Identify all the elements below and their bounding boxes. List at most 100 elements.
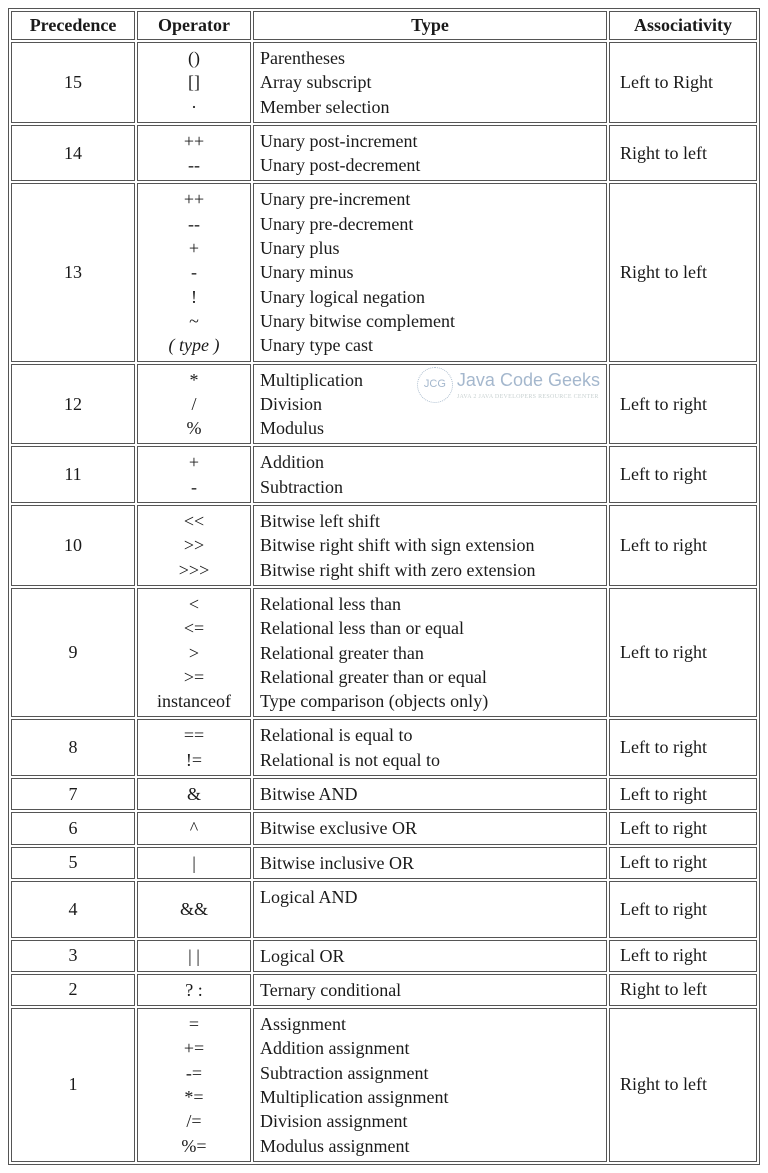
operator-text: () [144, 46, 244, 70]
table-row: 15()[]·ParenthesesArray subscriptMember … [11, 42, 757, 123]
operator-text: ? : [144, 978, 244, 1002]
operator-text: & [144, 782, 244, 806]
cell-precedence: 8 [11, 719, 135, 776]
type-text: Type comparison (objects only) [260, 689, 600, 713]
cell-associativity: Left to right [609, 505, 757, 586]
cell-operator: ==!= [137, 719, 251, 776]
table-row: 12*/%MultiplicationDivisionModulusJCGJav… [11, 364, 757, 445]
operator-text: · [144, 95, 244, 119]
table-row: 7&Bitwise ANDLeft to right [11, 778, 757, 810]
operator-text: += [144, 1036, 244, 1060]
cell-type: MultiplicationDivisionModulusJCGJava Cod… [253, 364, 607, 445]
cell-precedence: 1 [11, 1008, 135, 1162]
operator-text: > [144, 641, 244, 665]
operator-text: >= [144, 665, 244, 689]
type-text: Bitwise right shift with sign extension [260, 533, 600, 557]
cell-associativity: Right to left [609, 125, 757, 182]
operator-text: == [144, 723, 244, 747]
cell-operator: <<=>>=instanceof [137, 588, 251, 717]
cell-type: Bitwise inclusive OR [253, 847, 607, 879]
table-row: 8==!=Relational is equal toRelational is… [11, 719, 757, 776]
cell-operator: ()[]· [137, 42, 251, 123]
operator-text: ~ [144, 309, 244, 333]
type-text: Bitwise inclusive OR [260, 851, 600, 875]
operator-text: - [144, 260, 244, 284]
cell-associativity: Left to right [609, 940, 757, 972]
operator-text: %= [144, 1134, 244, 1158]
cell-precedence: 13 [11, 183, 135, 361]
cell-type: ParenthesesArray subscriptMember selecti… [253, 42, 607, 123]
cell-type: Relational less thanRelational less than… [253, 588, 607, 717]
type-text: Array subscript [260, 70, 600, 94]
operator-text: [] [144, 70, 244, 94]
cell-precedence: 2 [11, 974, 135, 1006]
type-text: Relational greater than or equal [260, 665, 600, 689]
type-text: Bitwise right shift with zero extension [260, 558, 600, 582]
type-text: Unary post-decrement [260, 153, 600, 177]
cell-type: Unary post-incrementUnary post-decrement [253, 125, 607, 182]
operator-text: << [144, 509, 244, 533]
type-text: Unary bitwise complement [260, 309, 600, 333]
type-text: Subtraction assignment [260, 1061, 600, 1085]
type-text: Relational less than [260, 592, 600, 616]
header-precedence: Precedence [11, 11, 135, 40]
operator-text: *= [144, 1085, 244, 1109]
type-text: Bitwise left shift [260, 509, 600, 533]
type-text: Division [260, 392, 600, 416]
header-operator: Operator [137, 11, 251, 40]
cell-precedence: 4 [11, 881, 135, 938]
operator-text: >> [144, 533, 244, 557]
type-text: Parentheses [260, 46, 600, 70]
cell-operator: ++--+-!~( type ) [137, 183, 251, 361]
cell-precedence: 10 [11, 505, 135, 586]
cell-associativity: Left to right [609, 847, 757, 879]
operator-text: != [144, 748, 244, 772]
type-text: Unary pre-increment [260, 187, 600, 211]
cell-type: AssignmentAddition assignmentSubtraction… [253, 1008, 607, 1162]
operator-text: <= [144, 616, 244, 640]
operator-text: + [144, 450, 244, 474]
type-text: Multiplication [260, 368, 600, 392]
cell-associativity: Left to right [609, 364, 757, 445]
operator-text: instanceof [144, 689, 244, 713]
cell-type: Logical OR [253, 940, 607, 972]
type-text: Logical AND [260, 885, 600, 909]
table-row: 11+-AdditionSubtractionLeft to right [11, 446, 757, 503]
cell-operator: ? : [137, 974, 251, 1006]
table-row: 6^Bitwise exclusive ORLeft to right [11, 812, 757, 844]
operator-text: * [144, 368, 244, 392]
cell-type: AdditionSubtraction [253, 446, 607, 503]
type-text: Bitwise AND [260, 782, 600, 806]
operator-text: / [144, 392, 244, 416]
cell-type: Bitwise left shiftBitwise right shift wi… [253, 505, 607, 586]
cell-type: Bitwise AND [253, 778, 607, 810]
operator-text: ++ [144, 187, 244, 211]
operator-text: ^ [144, 816, 244, 840]
operator-text: -= [144, 1061, 244, 1085]
type-text: Division assignment [260, 1109, 600, 1133]
type-text: Unary type cast [260, 333, 600, 357]
cell-precedence: 15 [11, 42, 135, 123]
cell-operator: <<>>>>> [137, 505, 251, 586]
type-text: Logical OR [260, 944, 600, 968]
cell-operator: | [137, 847, 251, 879]
cell-precedence: 14 [11, 125, 135, 182]
header-type: Type [253, 11, 607, 40]
type-text: Modulus [260, 416, 600, 440]
type-text: Relational less than or equal [260, 616, 600, 640]
type-text: Unary plus [260, 236, 600, 260]
type-text: Modulus assignment [260, 1134, 600, 1158]
operator-text: -- [144, 212, 244, 236]
type-text: Member selection [260, 95, 600, 119]
cell-precedence: 5 [11, 847, 135, 879]
table-row: 5| Bitwise inclusive OR Left to right [11, 847, 757, 879]
cell-precedence: 6 [11, 812, 135, 844]
cell-type: Logical AND [253, 881, 607, 938]
type-text: Relational greater than [260, 641, 600, 665]
table-row: 13++--+-!~( type )Unary pre-incrementUna… [11, 183, 757, 361]
operator-text: ( type ) [144, 333, 244, 357]
table-row: 2? :Ternary conditionalRight to left [11, 974, 757, 1006]
cell-precedence: 7 [11, 778, 135, 810]
table-row: 9<<=>>=instanceofRelational less thanRel… [11, 588, 757, 717]
cell-type: Ternary conditional [253, 974, 607, 1006]
